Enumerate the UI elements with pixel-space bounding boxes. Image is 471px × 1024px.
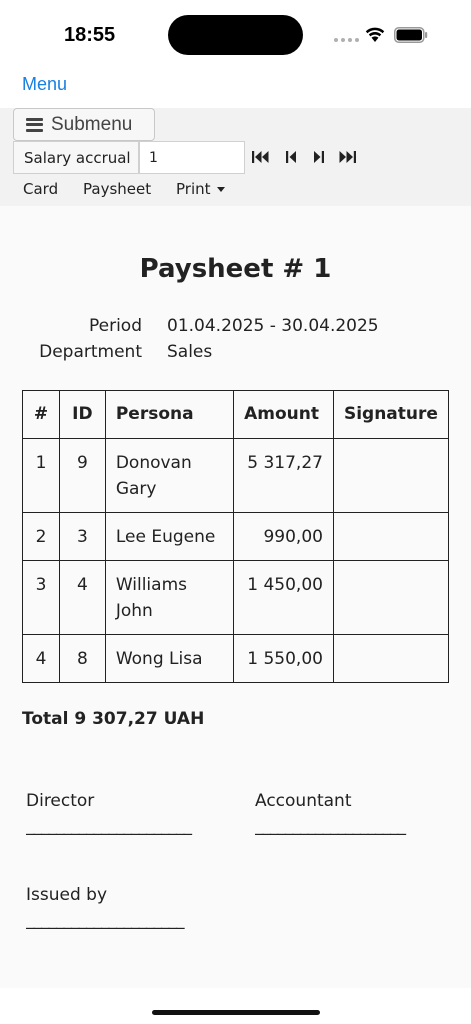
menu-link[interactable]: Menu <box>22 74 67 95</box>
col-header-persona: Persona <box>104 390 235 439</box>
status-time: 18:55 <box>64 24 116 46</box>
step-back-icon <box>286 151 296 163</box>
submenu-button[interactable]: Submenu <box>13 108 155 141</box>
last-record-button[interactable] <box>338 149 358 165</box>
col-header-id: ID <box>58 390 106 439</box>
col-header-amount: Amount <box>233 390 334 439</box>
submenu-label: Submenu <box>51 113 133 135</box>
col-header-num: # <box>22 390 60 439</box>
wifi-icon <box>365 27 385 42</box>
row-id: 8 <box>58 634 106 683</box>
home-indicator[interactable] <box>152 1010 320 1015</box>
row-signature <box>332 438 450 513</box>
col-header-signature: Signature <box>332 390 450 439</box>
period-label: Period <box>88 316 142 336</box>
document-type-select[interactable]: Salary accrual <box>13 141 139 174</box>
row-amount: 990,00 <box>233 512 334 561</box>
department-label: Department <box>39 342 142 362</box>
row-amount: 5 317,27 <box>233 438 334 513</box>
issued-by-signature-line: _____________________ <box>26 910 185 930</box>
previous-record-button[interactable] <box>282 149 302 165</box>
tab-card[interactable]: Card <box>23 180 58 198</box>
accountant-label: Accountant <box>255 791 352 811</box>
battery-icon <box>394 27 428 43</box>
row-persona: Donovan Gary <box>104 438 235 513</box>
row-persona: Lee Eugene <box>104 512 235 561</box>
row-signature <box>332 512 450 561</box>
issued-by-label: Issued by <box>26 885 108 905</box>
print-dropdown[interactable]: Print <box>176 180 225 198</box>
table-row: 1 9 Donovan Gary 5 317,27 <box>22 438 450 513</box>
row-signature <box>332 634 450 683</box>
row-num: 3 <box>22 560 60 635</box>
paysheet-document: Paysheet # 1 Period 01.04.2025 - 30.04.2… <box>0 206 471 988</box>
table-row: 3 4 Williams John 1 450,00 <box>22 560 450 635</box>
accountant-signature-line: ____________________ <box>255 816 406 836</box>
page-title: Paysheet # 1 <box>139 254 332 284</box>
total-amount: Total 9 307,27 UAH <box>22 709 205 729</box>
row-num: 4 <box>22 634 60 683</box>
row-amount: 1 450,00 <box>233 560 334 635</box>
director-signature-line: ______________________ <box>26 816 192 836</box>
table-row: 4 8 Wong Lisa 1 550,00 <box>22 634 450 683</box>
row-amount: 1 550,00 <box>233 634 334 683</box>
step-forward-icon <box>314 151 324 163</box>
hamburger-icon <box>26 117 43 132</box>
status-bar: 18:55 <box>0 0 471 70</box>
period-value: 01.04.2025 - 30.04.2025 <box>167 316 379 336</box>
cellular-signal-icon <box>334 38 359 42</box>
print-label: Print <box>176 180 211 198</box>
next-record-button[interactable] <box>309 149 329 165</box>
department-value: Sales <box>167 342 213 362</box>
dynamic-island <box>168 15 303 55</box>
row-persona: Wong Lisa <box>104 634 235 683</box>
table-row: 2 3 Lee Eugene 990,00 <box>22 512 450 561</box>
top-menu-bar: Menu <box>0 70 471 108</box>
row-num: 1 <box>22 438 60 513</box>
director-label: Director <box>26 791 95 811</box>
row-persona: Williams John <box>104 560 235 635</box>
tab-paysheet[interactable]: Paysheet <box>83 180 151 198</box>
document-number-input[interactable] <box>139 141 245 174</box>
row-num: 2 <box>22 512 60 561</box>
first-record-button[interactable] <box>251 149 271 165</box>
caret-down-icon <box>216 187 225 192</box>
row-id: 4 <box>58 560 106 635</box>
table-header-row: # ID Persona Amount Signature <box>22 390 450 439</box>
bottom-safe-area <box>0 988 471 1024</box>
paysheet-table: # ID Persona Amount Signature 1 9 Donova… <box>22 390 450 683</box>
skip-last-icon <box>339 151 356 163</box>
row-id: 9 <box>58 438 106 513</box>
row-signature <box>332 560 450 635</box>
toolbar: Submenu Salary accrual Card Paysheet Pri… <box>0 108 471 206</box>
row-id: 3 <box>58 512 106 561</box>
skip-first-icon <box>252 151 269 163</box>
